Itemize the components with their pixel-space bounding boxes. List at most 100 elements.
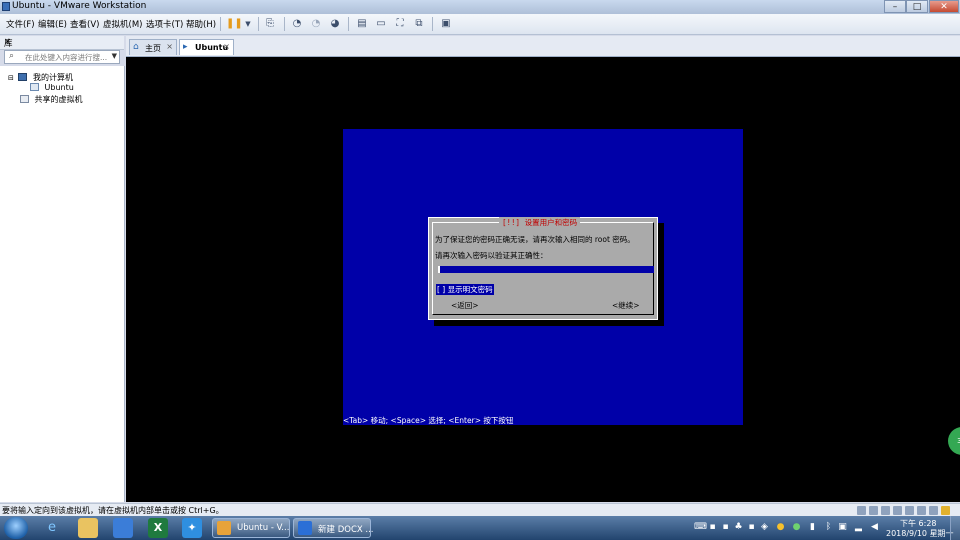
tray-app-icon[interactable]: ▪	[708, 522, 717, 533]
start-button[interactable]	[4, 517, 28, 539]
display-icon[interactable]	[929, 506, 938, 515]
full-screen-icon[interactable]: ⛶	[392, 16, 408, 32]
tray-app-icon[interactable]: ▮	[808, 522, 817, 533]
continue-button[interactable]: <继续>	[612, 300, 640, 311]
keyboard-icon[interactable]: ⌨	[694, 522, 707, 533]
close-tab-icon[interactable]: ×	[223, 42, 230, 51]
vm-icon: ▸	[183, 42, 188, 52]
dialog-prompt: 请再次输入密码以验证其正确性：	[435, 251, 548, 260]
menu-help[interactable]: 帮助(H)	[186, 18, 216, 30]
tree-item-ubuntu[interactable]: Ubuntu	[30, 83, 74, 92]
tab-strip: ⌂ 主页 × ▸ Ubuntu ×	[126, 36, 960, 57]
tree-item-shared-vms[interactable]: 共享的虚拟机	[20, 94, 83, 105]
password-input[interactable]	[438, 266, 654, 273]
cd-dvd-icon[interactable]	[869, 506, 878, 515]
file-explorer-icon[interactable]	[78, 518, 98, 538]
usb-icon[interactable]	[893, 506, 902, 515]
show-library-icon[interactable]: ▤	[354, 16, 370, 32]
tab-ubuntu[interactable]: ▸ Ubuntu ×	[179, 39, 234, 55]
wps-writer-icon	[298, 521, 312, 535]
back-button[interactable]: <返回>	[451, 300, 479, 311]
dialog-message: 为了保证您的密码正确无误，请再次输入相同的 root 密码。	[435, 235, 635, 244]
library-search-input[interactable]: ⌕ 在此处键入内容进行搜... ▼	[4, 50, 120, 64]
tree-item-label: 共享的虚拟机	[34, 95, 83, 104]
toolbar-separator	[284, 17, 285, 31]
network-signal-icon[interactable]: ▂	[854, 522, 863, 533]
library-tree: ⊟ 我的计算机 Ubuntu 共享的虚拟机	[0, 66, 125, 502]
menu-file[interactable]: 文件(F)	[6, 18, 35, 30]
library-header: 库 ×	[0, 36, 124, 50]
computer-icon	[18, 73, 28, 81]
power-dropdown-icon[interactable]: ▼	[240, 16, 256, 32]
home-icon: ⌂	[133, 42, 139, 52]
close-button[interactable]: ✕	[929, 0, 959, 13]
toolbar-separator	[258, 17, 259, 31]
hard-disk-icon[interactable]	[857, 506, 866, 515]
collapse-icon[interactable]: ⊟	[8, 74, 14, 82]
taskbar-item-vmware[interactable]: Ubuntu - V...	[212, 518, 290, 538]
message-log-icon[interactable]	[941, 506, 950, 515]
tray-app-icon[interactable]: ▪	[747, 522, 756, 533]
volume-icon[interactable]: ◀	[870, 522, 879, 533]
bluetooth-icon[interactable]: ᛒ	[824, 522, 833, 533]
window-title: Ubuntu - VMware Workstation	[12, 1, 147, 11]
tray-app-icon[interactable]: ●	[792, 522, 801, 533]
app-launcher-icon[interactable]	[113, 518, 133, 538]
password-dialog: [!!] 设置用户和密码 为了保证您的密码正确无误，请再次输入相同的 root …	[428, 217, 658, 320]
taskbar-item-docx[interactable]: 新建 DOCX ...	[293, 518, 374, 538]
vm-console[interactable]: [!!] 设置用户和密码 为了保证您的密码正确无误，请再次输入相同的 root …	[126, 57, 960, 502]
clock-date[interactable]: 2018/9/10 星期一	[886, 528, 954, 539]
excel-icon[interactable]: X	[148, 518, 168, 538]
tree-item-label: 我的计算机	[32, 73, 73, 82]
send-ctrl-alt-del-icon[interactable]: ⎘	[262, 16, 278, 32]
taskbar-item-label: Ubuntu - V...	[237, 523, 290, 533]
title-bar: Ubuntu - VMware Workstation – □ ✕	[0, 0, 960, 14]
snapshot-manager-icon[interactable]: ◕	[327, 16, 343, 32]
printer-icon[interactable]	[917, 506, 926, 515]
tray-app-icon[interactable]: ●	[776, 522, 785, 533]
windows-taskbar: e X ✦ Ubuntu - V... 新建 DOCX ... ⌨ ▪ ▪ ♣ …	[0, 516, 960, 540]
tray-app-icon[interactable]: ♣	[734, 522, 743, 533]
tray-app-icon[interactable]: ◈	[760, 522, 769, 533]
taskbar-item-label: 新建 DOCX ...	[318, 525, 374, 535]
status-message: 要将输入定向到该虚拟机，请在虚拟机内部单击或按 Ctrl+G。	[2, 506, 224, 515]
minimize-button[interactable]: –	[884, 0, 906, 13]
unity-icon[interactable]: ⧉	[411, 16, 427, 32]
internet-explorer-icon[interactable]: e	[42, 518, 62, 538]
tree-item-label: Ubuntu	[44, 83, 74, 92]
search-placeholder: 在此处键入内容进行搜...	[25, 53, 108, 62]
chevron-down-icon[interactable]: ▼	[112, 52, 117, 60]
vmware-app-icon	[2, 2, 10, 11]
tree-item-my-computer[interactable]: ⊟ 我的计算机	[8, 72, 73, 83]
tray-app-icon[interactable]: ▪	[721, 522, 730, 533]
network-adapter-icon[interactable]	[881, 506, 890, 515]
vmware-task-icon	[217, 521, 231, 535]
key-hint-bar: <Tab> 移动; <Space> 选择; <Enter> 按下按钮	[343, 416, 514, 425]
library-close-icon[interactable]: ×	[4, 37, 120, 47]
dialog-title: [!!] 设置用户和密码	[499, 217, 581, 228]
status-bar: 要将输入定向到该虚拟机，请在虚拟机内部单击或按 Ctrl+G。	[0, 503, 960, 517]
feather-app-icon[interactable]: ✦	[182, 518, 202, 538]
console-view-icon[interactable]: ▣	[438, 16, 454, 32]
menu-edit[interactable]: 编辑(E)	[38, 18, 67, 30]
show-desktop-button[interactable]	[950, 516, 960, 540]
floating-badge[interactable]: 32	[948, 427, 960, 455]
toolbar-separator	[348, 17, 349, 31]
search-icon: ⌕	[9, 51, 15, 61]
tab-home[interactable]: ⌂ 主页 ×	[129, 39, 177, 55]
menu-tabs[interactable]: 选项卡(T)	[146, 18, 183, 30]
menu-vm[interactable]: 虚拟机(M)	[103, 18, 142, 30]
sound-icon[interactable]	[905, 506, 914, 515]
close-tab-icon[interactable]: ×	[166, 42, 173, 51]
maximize-button[interactable]: □	[906, 0, 928, 13]
menu-view[interactable]: 查看(V)	[70, 18, 99, 30]
menu-bar: 文件(F) 编辑(E) 查看(V) 虚拟机(M) 选项卡(T) 帮助(H) ❚❚…	[0, 14, 960, 35]
tray-app-icon[interactable]: ▣	[838, 522, 847, 533]
shared-vm-icon	[20, 95, 29, 103]
tab-label: 主页	[145, 44, 161, 53]
toolbar-separator	[220, 17, 221, 31]
show-password-checkbox[interactable]: [ ] 显示明文密码	[436, 284, 494, 295]
revert-snapshot-icon[interactable]: ◔	[308, 16, 324, 32]
snapshot-icon[interactable]: ◔	[289, 16, 305, 32]
thumbnail-bar-icon[interactable]: ▭	[373, 16, 389, 32]
